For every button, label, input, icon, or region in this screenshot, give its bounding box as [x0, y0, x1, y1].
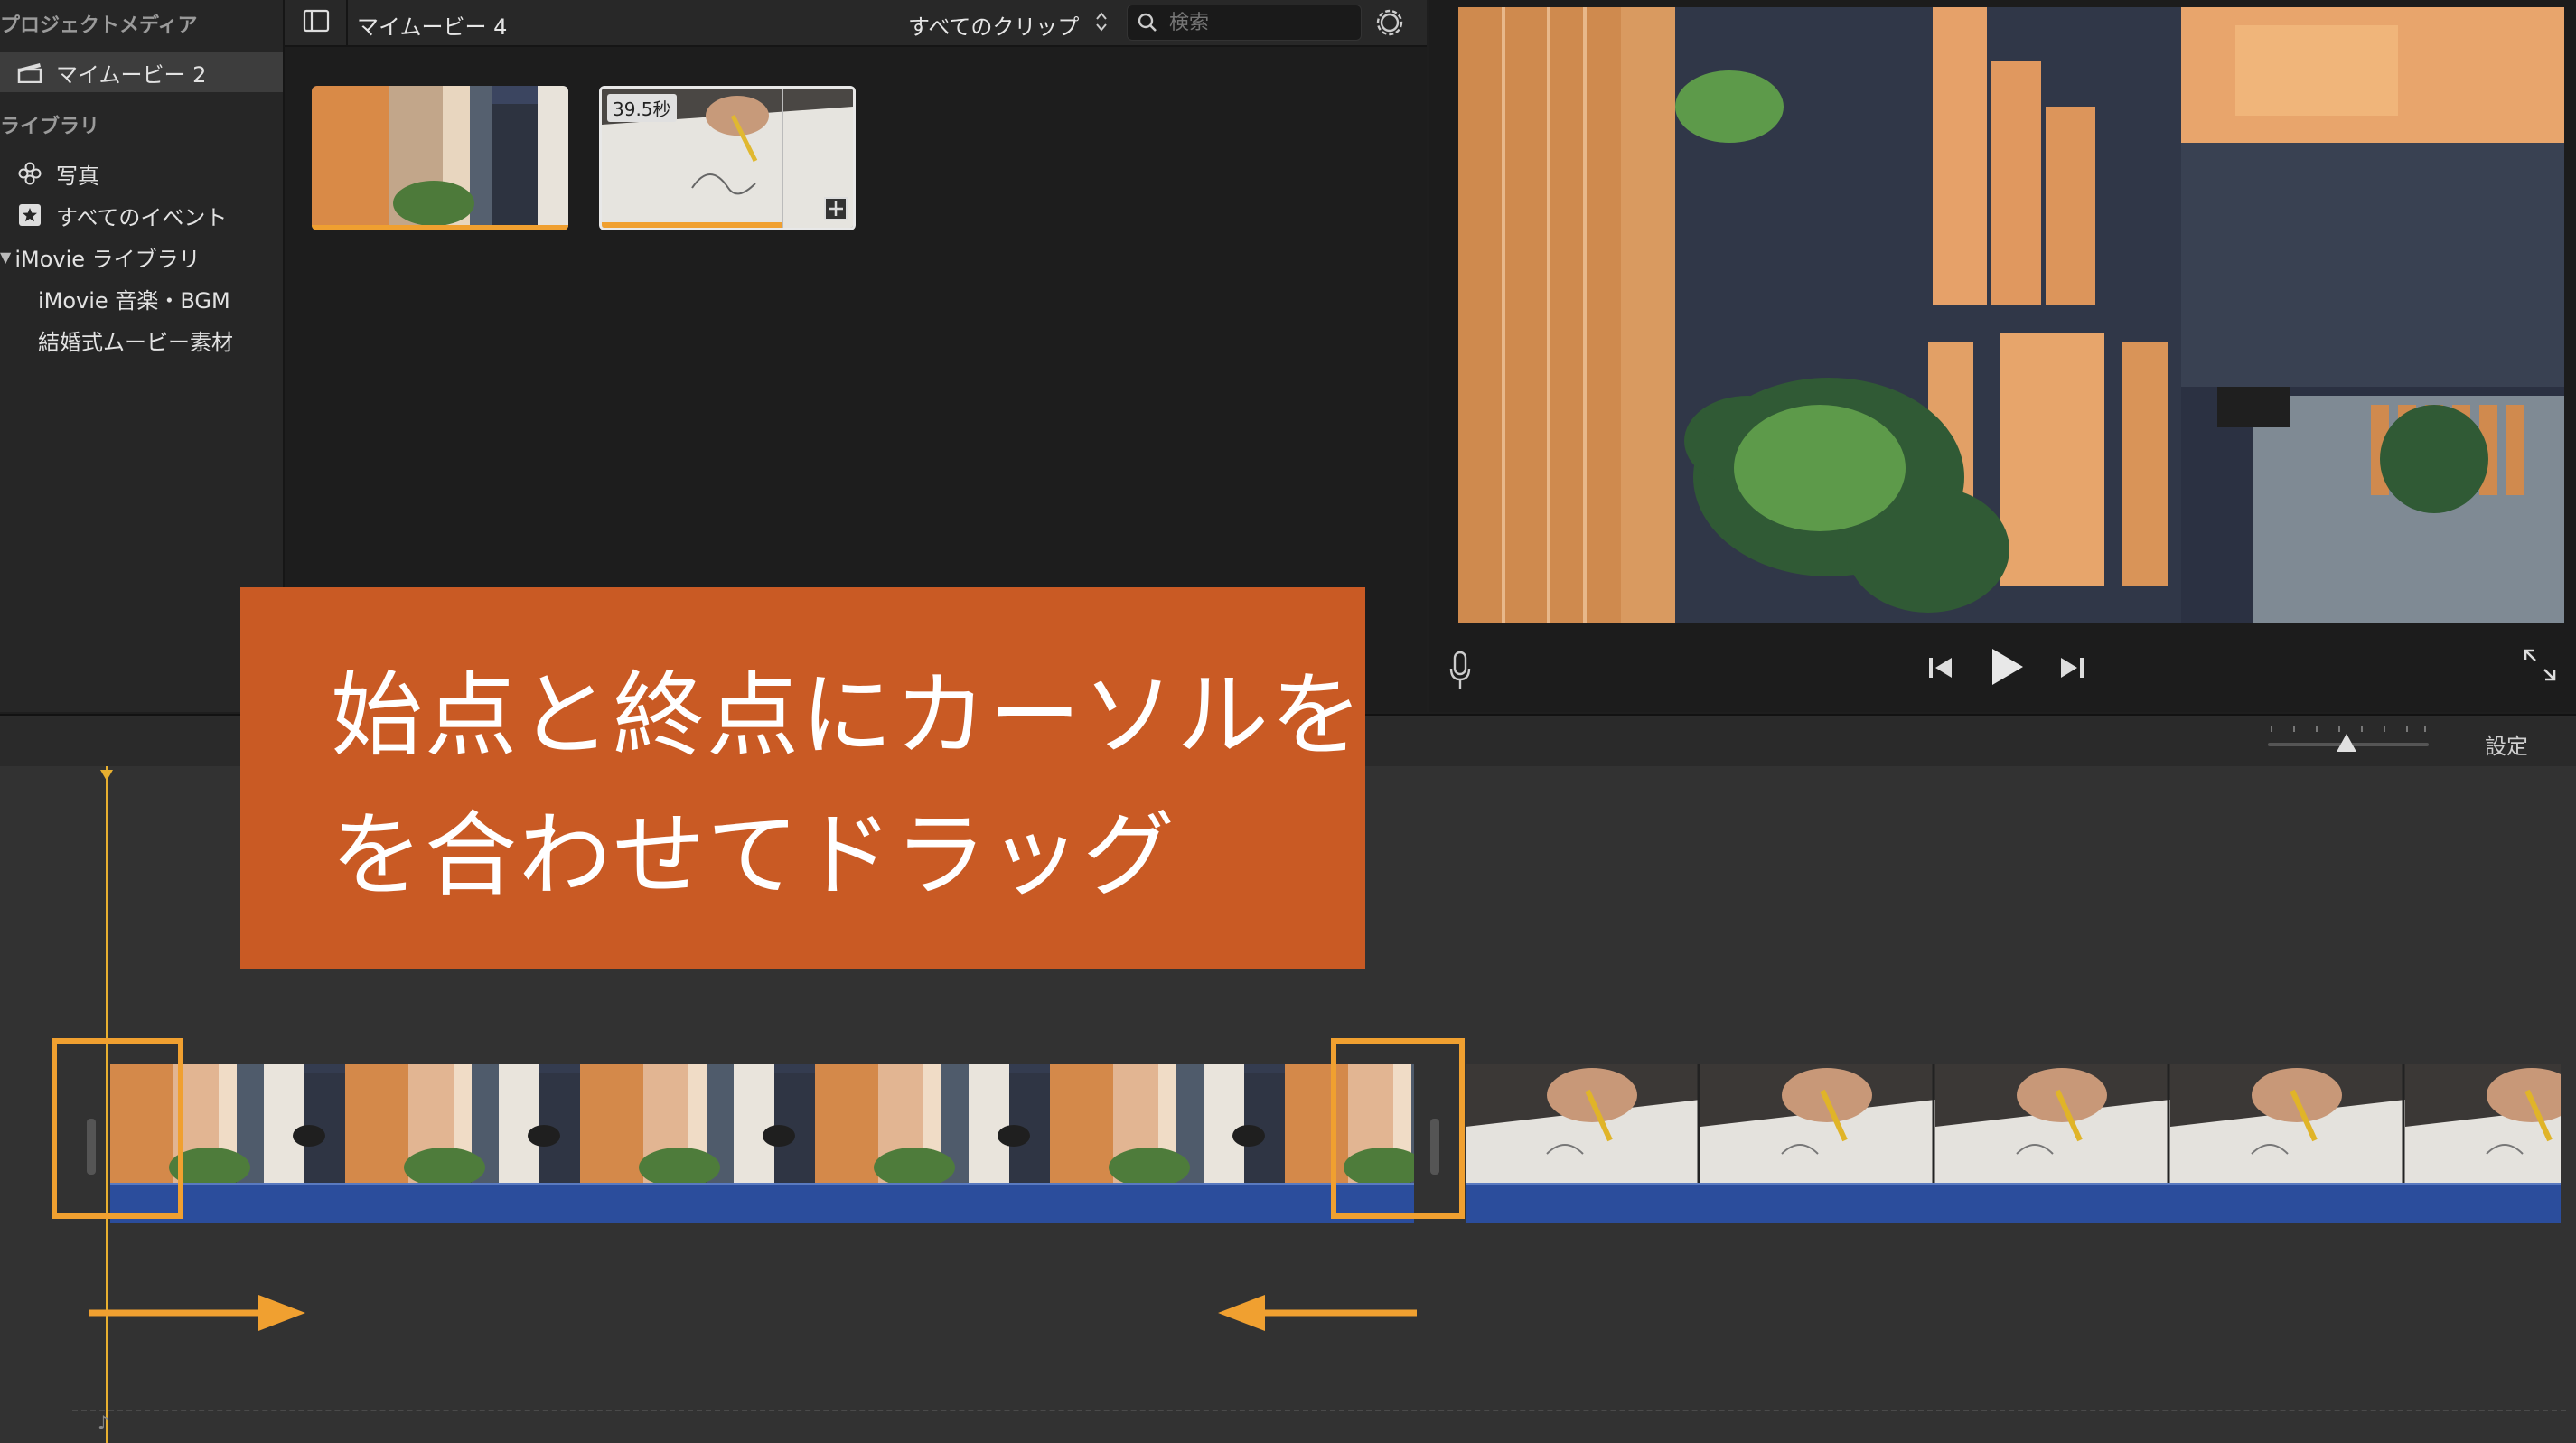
sidebar-item-imovie-library[interactable]: ▼ iMovie ライブラリ [0, 237, 283, 276]
viewer-frame [1458, 7, 2564, 623]
timeline-clip-courtyard[interactable] [110, 1064, 1414, 1183]
timeline-clip-drawing[interactable] [1466, 1064, 2561, 1183]
arrow-right-icon [89, 1295, 305, 1331]
chevron-updown-icon[interactable] [1094, 9, 1109, 38]
callout-line-2: を合わせてドラッグ [331, 802, 1176, 910]
sidebar-item-label: iMovie 音楽・BGM [38, 287, 230, 314]
sidebar-item-project[interactable]: マイムービー 2 [0, 52, 283, 92]
zoom-slider-thumb[interactable] [2337, 734, 2356, 752]
clip-thumbnail-courtyard[interactable] [312, 86, 568, 230]
search-input[interactable] [1167, 9, 1352, 36]
playhead-marker[interactable] [100, 770, 113, 781]
clip-usage-bar [602, 222, 782, 228]
search-icon [1137, 12, 1158, 37]
instruction-callout: 始点と終点にカーソルを を合わせてドラッグ [240, 587, 1365, 969]
drawing-filmstrip [1466, 1064, 2561, 1183]
clapperboard-icon [16, 59, 43, 86]
skip-back-icon[interactable] [1927, 655, 1954, 684]
add-clip-plus-icon[interactable] [824, 197, 848, 220]
clip-usage-bar [312, 225, 568, 230]
sidebar-item-label: すべてのイベント [56, 204, 228, 230]
clip-filter-select[interactable]: すべてのクリップ [908, 9, 1079, 41]
clip-thumbnail-drawing[interactable]: 39.5秒 [599, 86, 856, 230]
sidebar-item-label: iMovie ライブラリ [14, 246, 201, 272]
sidebar-item-all-events[interactable]: すべてのイベント [0, 195, 283, 235]
sidebar-item-event-music[interactable]: iMovie 音楽・BGM [0, 278, 283, 318]
music-note-icon: ♪ [98, 1411, 109, 1433]
disclosure-triangle-icon[interactable]: ▼ [0, 248, 11, 266]
library-header: ライブラリ [0, 116, 100, 138]
project-title: マイムービー 4 [357, 14, 508, 40]
callout-line-1: 始点と終点にカーソルを [331, 662, 1364, 770]
courtyard-filmstrip [110, 1064, 1414, 1183]
star-icon [16, 201, 43, 229]
skip-forward-icon[interactable] [2058, 655, 2085, 684]
sidebar-item-photos[interactable]: 写真 [0, 154, 283, 193]
start-point-highlight [52, 1038, 183, 1219]
play-icon[interactable] [1989, 647, 2025, 690]
end-point-highlight [1331, 1038, 1465, 1219]
sidebar-item-label: 写真 [56, 163, 99, 189]
sidebar-item-label: 結婚式ムービー素材 [38, 329, 233, 355]
clip-duration-badge: 39.5秒 [607, 94, 677, 122]
arrow-left-icon [1218, 1295, 1417, 1331]
browser-toolbar: マイムービー 4 すべてのクリップ [285, 0, 1427, 47]
gear-icon[interactable] [1372, 5, 1407, 43]
search-field[interactable] [1127, 5, 1362, 41]
audio-waveform-courtyard[interactable] [110, 1183, 1414, 1223]
audio-waveform-drawing[interactable] [1466, 1183, 2561, 1223]
timeline-settings-button[interactable]: 設定 [2485, 728, 2528, 760]
toolbar-divider [346, 0, 348, 45]
courtyard-video-frame [1458, 7, 2564, 623]
sidebar-item-event-wedding[interactable]: 結婚式ムービー素材 [0, 320, 283, 360]
microphone-icon[interactable] [1448, 651, 1472, 694]
audio-drop-zone [72, 1410, 2566, 1411]
photos-flower-icon [16, 160, 43, 187]
project-media-header: プロジェクトメディア [0, 14, 198, 37]
sidebar-item-label: マイムービー 2 [56, 61, 207, 88]
sidebar-toggle-icon[interactable] [303, 9, 330, 36]
viewer-panel [1429, 0, 2576, 712]
fullscreen-icon[interactable] [2522, 647, 2558, 687]
courtyard-thumbnail-image [312, 86, 568, 230]
